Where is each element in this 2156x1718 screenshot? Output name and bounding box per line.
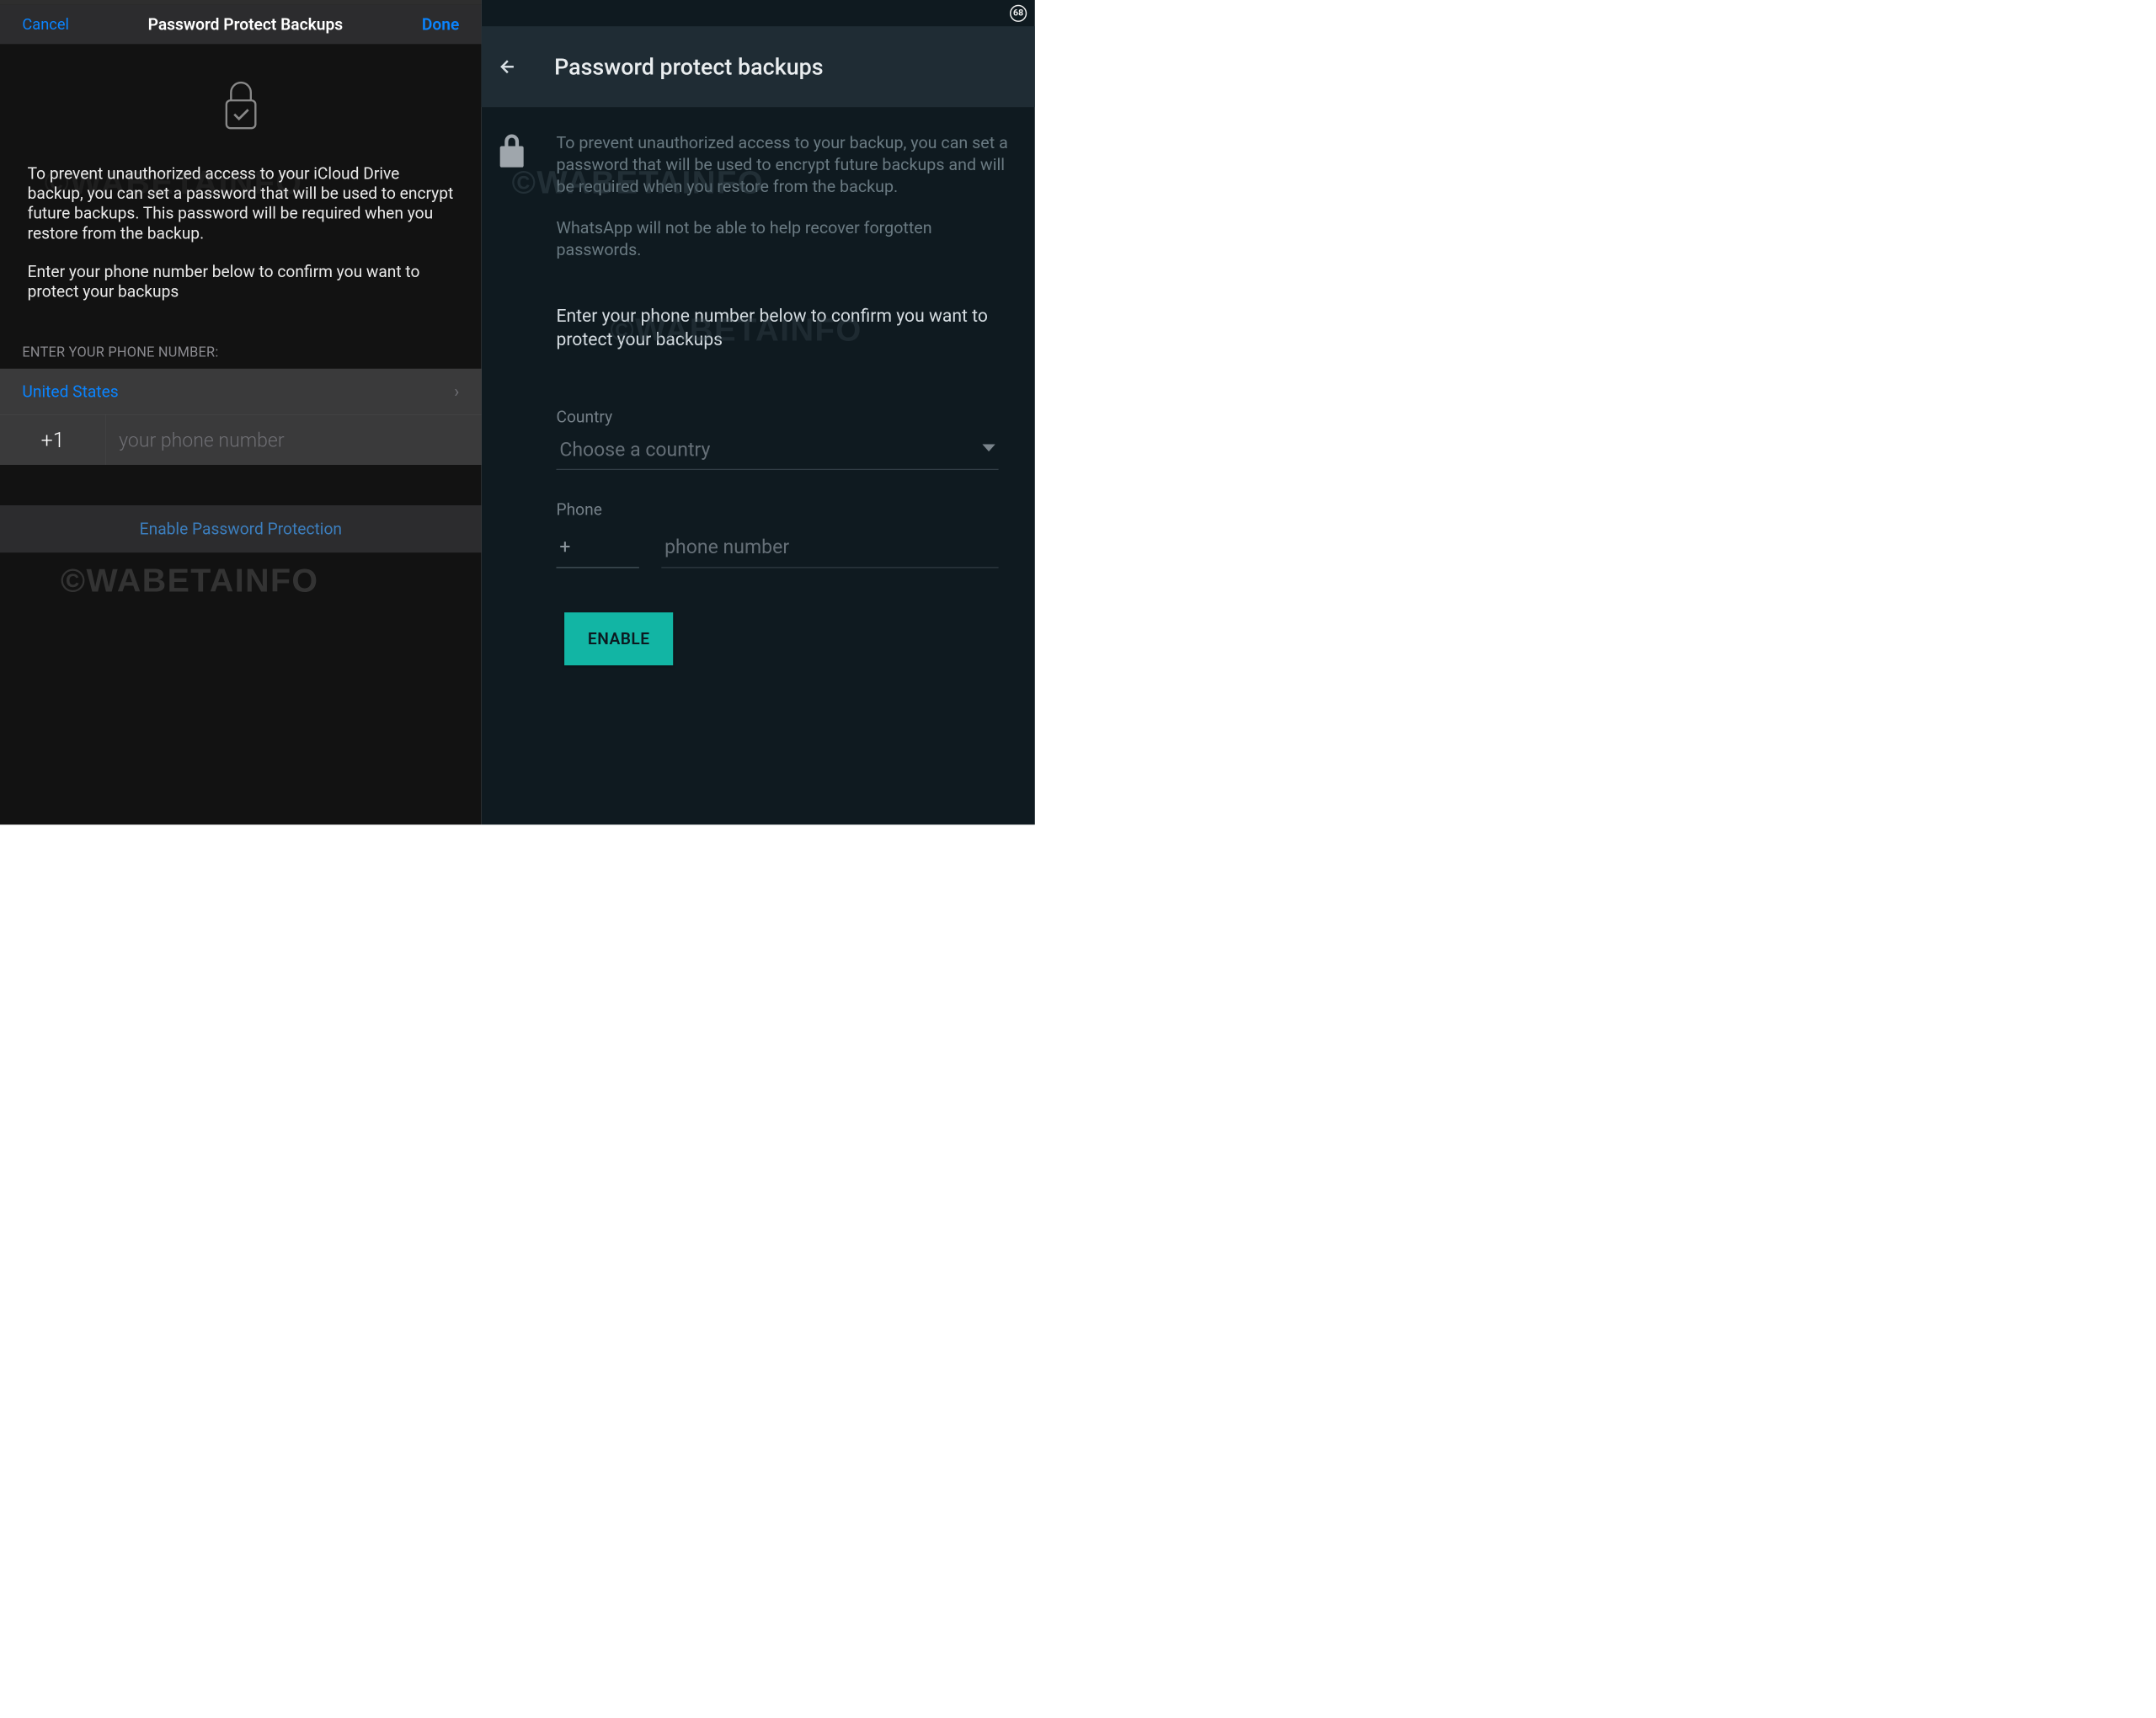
lock-icon-container <box>0 78 482 135</box>
phone-section-label: ENTER YOUR PHONE NUMBER: <box>0 344 482 360</box>
phone-form: Country Choose a country Phone + phone n… <box>556 408 1018 665</box>
ios-navigation-bar: Cancel Password Protect Backups Done <box>0 5 482 45</box>
cancel-button[interactable]: Cancel <box>22 15 69 33</box>
instruction-text: Enter your phone number below to confirm… <box>556 304 1018 351</box>
android-statusbar: 68 <box>482 0 1035 26</box>
description-text: To prevent unauthorized access to your i… <box>0 163 482 301</box>
dropdown-arrow-icon <box>982 445 995 455</box>
text-column: To prevent unauthorized access to your b… <box>556 132 1018 665</box>
phone-number-input[interactable]: your phone number <box>106 429 285 451</box>
chevron-right-icon: › <box>454 381 459 402</box>
phone-number-input[interactable]: phone number <box>661 531 998 568</box>
country-code: +1 <box>0 415 106 466</box>
phone-input-group: + phone number <box>556 531 998 568</box>
enable-protection-label: Enable Password Protection <box>140 520 342 539</box>
enable-protection-row[interactable]: Enable Password Protection <box>0 505 482 552</box>
backup-description: To prevent unauthorized access to your i… <box>28 163 454 243</box>
lock-check-icon <box>221 78 260 135</box>
android-screen: 68 Password protect backups ©WABETAINFO … <box>482 0 1035 824</box>
page-title: Password Protect Backups <box>148 15 344 35</box>
phone-label: Phone <box>556 500 998 520</box>
android-app-bar: Password protect backups <box>482 26 1035 107</box>
country-code-input[interactable]: + <box>556 531 638 568</box>
notification-badge: 68 <box>1010 5 1027 22</box>
done-button[interactable]: Done <box>422 15 459 35</box>
recovery-warning: WhatsApp will not be able to help recove… <box>556 217 1018 261</box>
country-selector-row[interactable]: United States › <box>0 369 482 415</box>
country-placeholder: Choose a country <box>559 438 710 461</box>
watermark: ©WABETAINFO <box>61 562 318 600</box>
lock-icon <box>498 164 526 172</box>
content-area: To prevent unauthorized access to your b… <box>482 107 1035 665</box>
country-dropdown[interactable]: Choose a country <box>556 434 998 470</box>
back-button[interactable] <box>498 56 518 77</box>
instruction-text: Enter your phone number below to confirm… <box>28 261 454 301</box>
selected-country: United States <box>22 382 118 402</box>
country-label: Country <box>556 408 998 427</box>
phone-input-row: +1 your phone number <box>0 415 482 466</box>
page-title: Password protect backups <box>554 53 824 80</box>
backup-description: To prevent unauthorized access to your b… <box>556 132 1018 198</box>
enable-button[interactable]: ENABLE <box>564 612 673 665</box>
ios-screen: Cancel Password Protect Backups Done ©WA… <box>0 0 482 824</box>
lock-icon-column <box>498 132 557 665</box>
info-text: To prevent unauthorized access to your b… <box>556 132 1018 261</box>
